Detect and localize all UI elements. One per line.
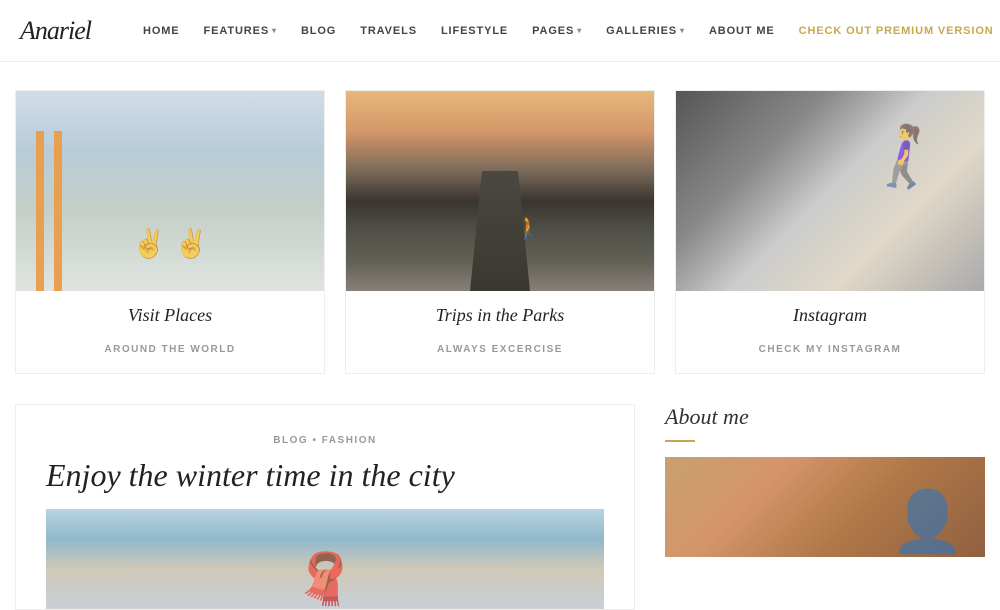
about-divider	[665, 440, 695, 442]
card-image-instagram	[676, 91, 984, 291]
card-subtitle-1: AROUND THE WORLD	[16, 334, 324, 373]
chevron-down-icon: ▾	[680, 26, 685, 35]
card-visit-places[interactable]: Visit Places AROUND THE WORLD	[15, 90, 325, 374]
blog-image	[46, 509, 604, 609]
card-img-bridge	[16, 91, 324, 291]
chevron-down-icon: ▾	[272, 26, 277, 35]
premium-link[interactable]: CHECK OUT PREMIUM VERSION	[787, 25, 1000, 37]
nav-item-features[interactable]: FEATURES ▾	[192, 25, 289, 37]
card-title-3: Instagram	[694, 305, 966, 326]
cards-section: Visit Places AROUND THE WORLD Trips in t…	[15, 90, 985, 374]
main-nav: HOME FEATURES ▾ BLOG TRAVELS LIFESTYLE P…	[131, 25, 1000, 37]
nav-item-pages[interactable]: PAGES ▾	[520, 25, 594, 37]
site-logo[interactable]: Anariel	[20, 16, 91, 46]
blog-category: BLOG • FASHION	[46, 435, 604, 446]
nav-item-about[interactable]: ABOUT ME	[697, 25, 787, 37]
card-instagram[interactable]: Instagram CHECK MY INSTAGRAM	[675, 90, 985, 374]
card-title-2: Trips in the Parks	[364, 305, 636, 326]
nav-item-galleries[interactable]: GALLERIES ▾	[594, 25, 697, 37]
nav-item-home[interactable]: HOME	[131, 25, 192, 37]
card-title-box-2: Trips in the Parks	[346, 291, 654, 334]
card-img-instagram	[676, 91, 984, 291]
card-subtitle-2: ALWAYS EXCERCISE	[346, 334, 654, 373]
chevron-down-icon: ▾	[577, 26, 582, 35]
card-title-1: Visit Places	[34, 305, 306, 326]
nav-item-lifestyle[interactable]: LIFESTYLE	[429, 25, 520, 37]
blog-card[interactable]: BLOG • FASHION Enjoy the winter time in …	[15, 404, 635, 610]
about-sidebar: About me	[665, 404, 985, 610]
card-img-road	[346, 91, 654, 291]
card-trips-parks[interactable]: Trips in the Parks ALWAYS EXCERCISE	[345, 90, 655, 374]
nav-item-blog[interactable]: BLOG	[289, 25, 348, 37]
bottom-section: BLOG • FASHION Enjoy the winter time in …	[15, 404, 985, 610]
card-image-trips	[346, 91, 654, 291]
card-title-box-1: Visit Places	[16, 291, 324, 334]
card-subtitle-3: CHECK MY INSTAGRAM	[676, 334, 984, 373]
about-image	[665, 457, 985, 557]
about-title: About me	[665, 404, 985, 430]
card-title-box-3: Instagram	[676, 291, 984, 334]
blog-title: Enjoy the winter time in the city	[46, 456, 604, 494]
nav-item-travels[interactable]: TRAVELS	[348, 25, 429, 37]
card-image-visit-places	[16, 91, 324, 291]
